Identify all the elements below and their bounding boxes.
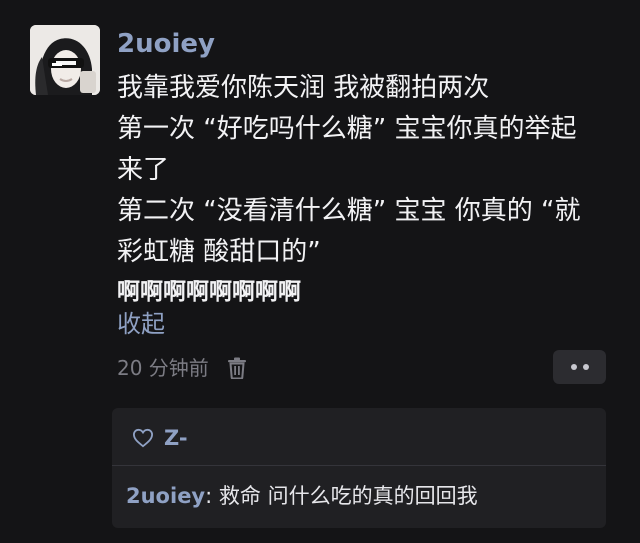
more-button[interactable]: [553, 350, 606, 384]
post-emphasis: 啊啊啊啊啊啊啊啊: [117, 279, 301, 305]
avatar[interactable]: [30, 25, 100, 95]
liker-name[interactable]: Z-: [164, 426, 188, 450]
divider: [112, 465, 606, 466]
post-line: 第一次 “好吃吗什么糖” 宝宝你真的举起: [117, 114, 577, 144]
post-line: 彩虹糖 酸甜口的”: [117, 237, 321, 267]
post-meta: 20 分钟前: [117, 353, 247, 383]
post-timestamp: 20 分钟前: [117, 356, 209, 380]
comment-thread: 2uoiey 我靠我爱你陈天润 我被翻拍两次 第一次 “好吃吗什么糖” 宝宝你真…: [0, 0, 640, 543]
reply-separator: :: [205, 484, 219, 508]
reply-card: Z- 2uoiey: 救命 问什么吃的真的回回我: [112, 408, 606, 528]
trash-icon[interactable]: [227, 357, 247, 380]
like-row: Z-: [132, 422, 188, 454]
heart-outline-icon[interactable]: [132, 428, 154, 448]
post-body: 我靠我爱你陈天润 我被翻拍两次 第一次 “好吃吗什么糖” 宝宝你真的举起 来了 …: [117, 68, 617, 309]
post-username[interactable]: 2uoiey: [117, 26, 215, 62]
collapse-link[interactable]: 收起: [117, 306, 165, 342]
reply-author[interactable]: 2uoiey: [126, 484, 205, 508]
more-dots-icon: [570, 364, 577, 370]
reply-text: 救命 问什么吃的真的回回我: [218, 484, 478, 508]
more-dots-icon: [582, 364, 589, 370]
post-line: 我靠我爱你陈天润 我被翻拍两次: [117, 73, 490, 103]
post-line: 第二次 “没看清什么糖” 宝宝 你真的 “就: [117, 196, 581, 226]
reply-item[interactable]: 2uoiey: 救命 问什么吃的真的回回我: [126, 480, 478, 512]
post-line: 来了: [117, 155, 170, 185]
avatar-image: [30, 25, 100, 95]
